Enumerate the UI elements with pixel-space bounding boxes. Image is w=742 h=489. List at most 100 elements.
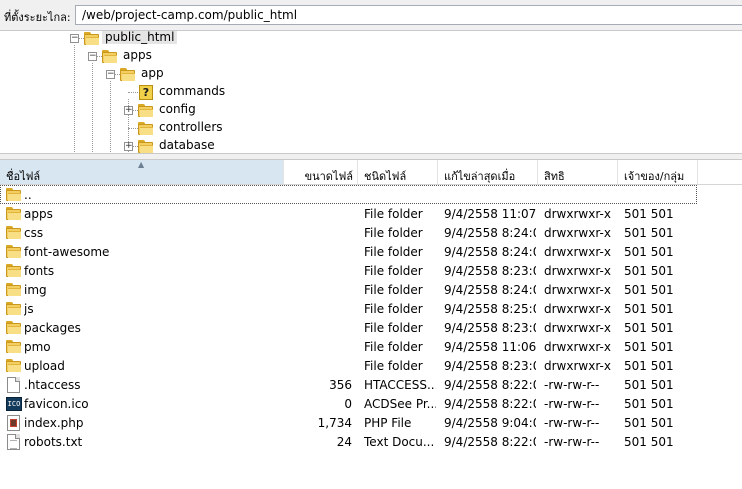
tree-node-config[interactable]: + config (0, 101, 742, 119)
file-owner: 501 501 (624, 283, 674, 297)
file-row[interactable]: .htaccess 356 HTACCESS... 9/4/2558 8:22:00-… (0, 375, 742, 394)
collapse-icon[interactable]: − (70, 34, 79, 43)
column-header-owner-group-label: เจ้าของ/กลุ่ม (624, 170, 685, 183)
file-name: favicon.ico (24, 397, 89, 411)
column-header-permissions-label: สิทธิ (544, 170, 565, 183)
folder-icon (6, 340, 22, 354)
folder-icon (6, 283, 22, 297)
php-page-glyph (7, 415, 20, 431)
file-owner: 501 501 (624, 340, 674, 354)
file-perms: drwxrwxr-x (544, 264, 611, 278)
file-perms: drwxrwxr-x (544, 226, 611, 240)
tree-node-controllers[interactable]: controllers (0, 119, 742, 137)
collapse-icon[interactable]: − (88, 52, 97, 61)
file-modified: 9/4/2558 8:22:00 (444, 378, 536, 392)
file-perms: drwxrwxr-x (544, 283, 611, 297)
folder-icon (102, 50, 118, 64)
tree-node-app[interactable]: − app (0, 65, 742, 83)
expand-icon[interactable]: + (124, 106, 133, 115)
file-name: font-awesome (24, 245, 110, 259)
folder-icon (6, 207, 22, 221)
file-row[interactable]: css File folder 9/4/2558 8:24:00 drwxrwxr-x… (0, 223, 742, 242)
file-row[interactable]: js File folder 9/4/2558 8:25:00 drwxrwxr-x 5… (0, 299, 742, 318)
file-perms: drwxrwxr-x (544, 340, 611, 354)
file-name: apps (24, 207, 53, 221)
file-name: pmo (24, 340, 51, 354)
folder-icon (6, 245, 22, 259)
tree-node-label[interactable]: controllers (156, 120, 226, 134)
folder-icon (6, 321, 22, 335)
file-perms: drwxrwxr-x (544, 245, 611, 259)
file-type: File folder (364, 321, 423, 335)
tree-node-database[interactable]: + database (0, 137, 742, 154)
tree-node-label[interactable]: public_html (102, 31, 178, 44)
column-header-filesize[interactable]: ขนาดไฟล์ (284, 160, 358, 184)
file-owner: 501 501 (624, 321, 674, 335)
ico-file-icon: ICO (6, 396, 22, 412)
file-row[interactable]: upload File folder 9/4/2558 8:23:00 drwxrwx… (0, 356, 742, 375)
folder-icon (6, 302, 22, 316)
file-row[interactable]: font-awesome File folder 9/4/2558 8:24:00 d… (0, 242, 742, 261)
file-name: fonts (24, 264, 55, 278)
file-owner: 501 501 (624, 397, 674, 411)
file-size: 1,734 (317, 416, 352, 430)
column-header-filesize-label: ขนาดไฟล์ (304, 170, 353, 183)
parent-directory-row[interactable]: .. (0, 185, 697, 204)
file-size: 0 (344, 397, 352, 411)
folder-icon (6, 282, 22, 298)
tree-node-label[interactable]: config (156, 102, 199, 116)
file-type: File folder (364, 340, 423, 354)
tree-node-public-html[interactable]: − public_html (0, 31, 742, 47)
remote-directory-tree[interactable]: − public_html − apps − app? commands + config con… (0, 30, 742, 154)
file-row[interactable]: robots.txt 24 Text Docu... 9/4/2558 8:22:00… (0, 432, 742, 451)
file-size: 356 (329, 378, 352, 392)
tree-node-label[interactable]: commands (156, 84, 228, 98)
file-row[interactable]: pmo File folder 9/4/2558 11:06:... drwxrwxr… (0, 337, 742, 356)
ico-badge: ICO (6, 397, 22, 411)
column-header-permissions[interactable]: สิทธิ (538, 160, 618, 184)
file-row[interactable]: apps File folder 9/4/2558 11:07:... drwxrwx… (0, 204, 742, 223)
column-header-last-modified[interactable]: แก้ไขล่าสุดเมื่อ (438, 160, 538, 184)
tree-node-label[interactable]: apps (120, 48, 155, 62)
file-row[interactable]: fonts File folder 9/4/2558 8:23:00 drwxrwxr… (0, 261, 742, 280)
tree-node-label[interactable]: database (156, 138, 218, 152)
file-type: ACDSee Pr... (364, 397, 436, 411)
folder-icon (6, 226, 22, 240)
file-modified: 9/4/2558 9:04:00 (444, 416, 536, 430)
file-row[interactable]: index.php 1,734 PHP File 9/4/2558 9:04:00 -r… (0, 413, 742, 432)
remote-path-input[interactable]: /web/project-camp.com/public_html (75, 5, 742, 25)
file-row[interactable]: ICO favicon.ico 0 ACDSee Pr... 9/4/2558 8:22… (0, 394, 742, 413)
file-perms: drwxrwxr-x (544, 207, 611, 221)
file-icon (6, 377, 22, 393)
folder-icon (6, 187, 22, 203)
collapse-icon[interactable]: − (106, 70, 115, 79)
file-row[interactable]: img File folder 9/4/2558 8:24:00 drwxrwxr-x… (0, 280, 742, 299)
file-type: HTACCESS... (364, 378, 436, 392)
tree-node-label[interactable]: app (138, 66, 167, 80)
tree-node-apps[interactable]: − apps (0, 47, 742, 65)
file-perms: drwxrwxr-x (544, 359, 611, 373)
file-type: File folder (364, 264, 423, 278)
file-modified: 9/4/2558 8:23:00 (444, 359, 536, 373)
folder-icon (6, 339, 22, 355)
file-type: File folder (364, 359, 423, 373)
folder-icon (6, 359, 22, 373)
file-perms: -rw-rw-r-- (544, 435, 600, 449)
folder-icon (6, 301, 22, 317)
file-name: css (24, 226, 44, 240)
pane-splitter[interactable] (0, 153, 742, 160)
remote-file-list[interactable]: ชื่อไฟล์ ▲ ขนาดไฟล์ ชนิดไฟล์ แก้ไขล่าสุด… (0, 160, 742, 489)
folder-icon (138, 104, 154, 118)
expand-icon[interactable]: + (124, 142, 133, 151)
file-row[interactable]: packages File folder 9/4/2558 8:23:00 drwxr… (0, 318, 742, 337)
file-owner: 501 501 (624, 226, 674, 240)
column-header-filetype[interactable]: ชนิดไฟล์ (358, 160, 438, 184)
column-header-owner-group[interactable]: เจ้าของ/กลุ่ม (618, 160, 698, 184)
unknown-folder-icon: ? (139, 85, 153, 100)
column-header-filename[interactable]: ชื่อไฟล์ ▲ (0, 160, 284, 184)
tree-node-commands[interactable]: ? commands (0, 83, 742, 101)
folder-icon (6, 225, 22, 241)
remote-path-bar: ที่ตั้งระยะไกล: /web/project-camp.com/pu… (0, 0, 742, 30)
page-glyph (7, 377, 20, 393)
file-perms: -rw-rw-r-- (544, 416, 600, 430)
